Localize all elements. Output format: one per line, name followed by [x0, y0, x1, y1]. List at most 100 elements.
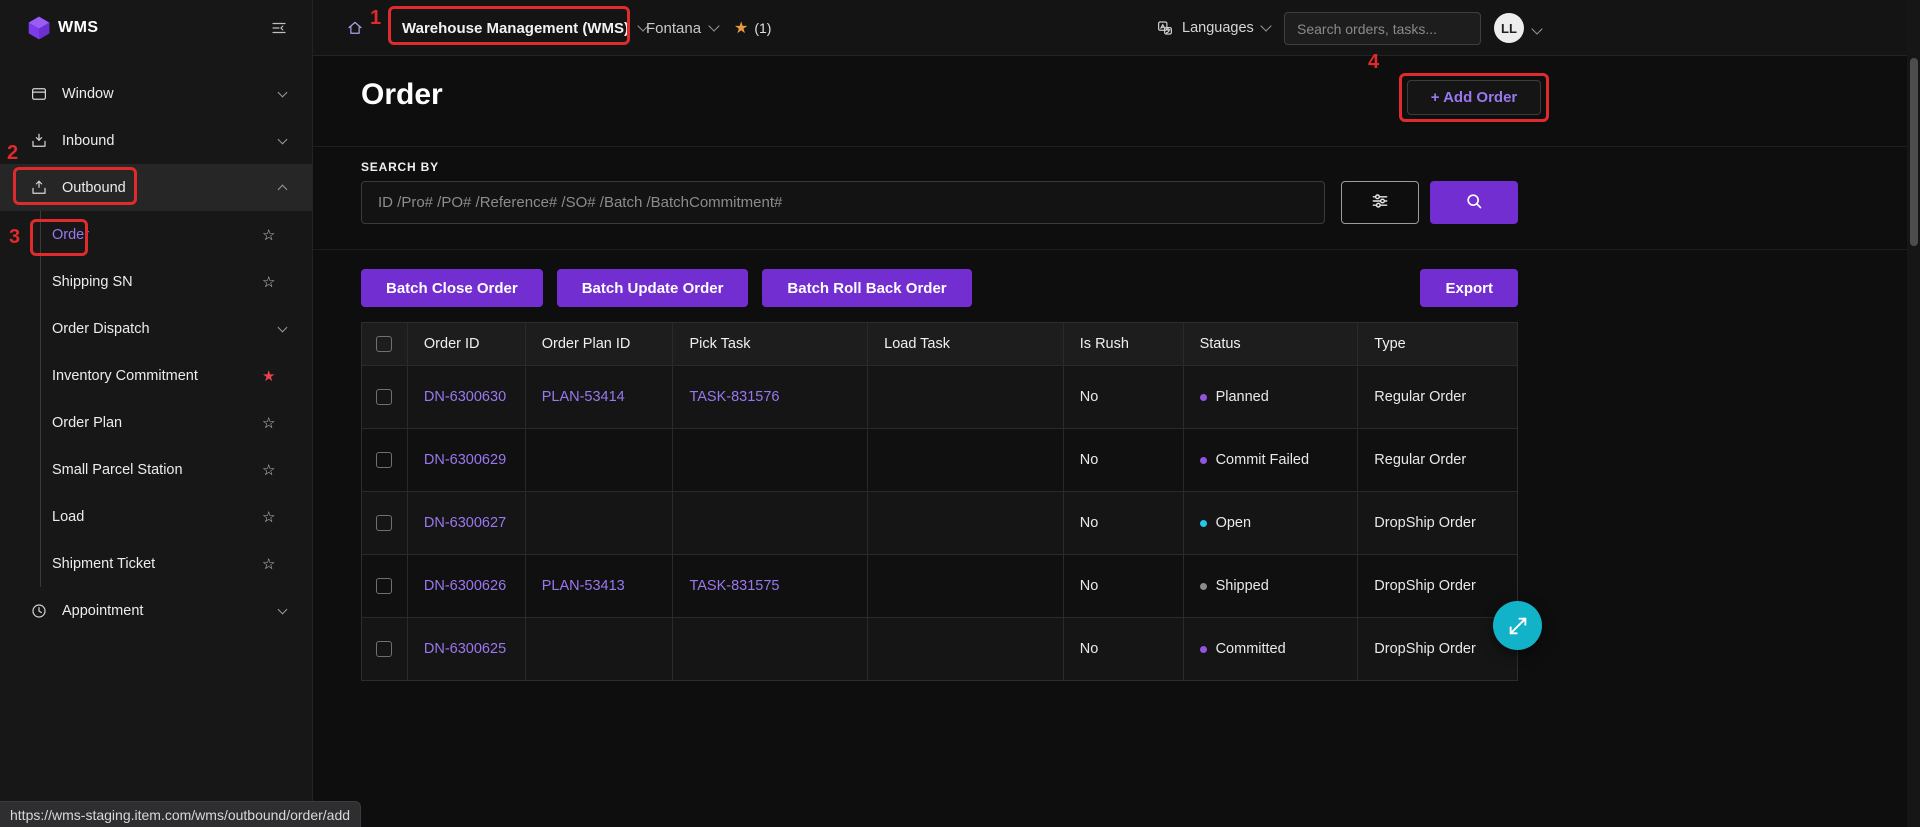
workspace-selector[interactable]: Warehouse Management (WMS)	[402, 0, 647, 56]
expand-fab-button[interactable]	[1493, 601, 1542, 650]
sidebar-item-order-plan[interactable]: Order Plan ☆	[0, 399, 312, 446]
order-id-link[interactable]: DN-6300627	[408, 492, 526, 554]
add-order-button[interactable]: + Add Order	[1407, 80, 1541, 115]
column-header-order-id: Order ID	[408, 323, 526, 365]
favorites-star-icon: ★	[734, 18, 748, 38]
table-row: DN-6300626PLAN-53413TASK-831575NoShipped…	[362, 554, 1517, 617]
facility-selector[interactable]: Fontana	[646, 0, 718, 56]
page-scrollbar[interactable]	[1907, 0, 1920, 827]
batch-update-order-button[interactable]: Batch Update Order	[557, 269, 749, 307]
favorite-star-icon[interactable]: ☆	[262, 226, 275, 244]
column-header-pick-task: Pick Task	[673, 323, 868, 365]
topbar: Warehouse Management (WMS) Fontana ★ (1)…	[313, 0, 1920, 56]
sidebar-item-small-parcel-station[interactable]: Small Parcel Station ☆	[0, 446, 312, 493]
sidebar-item-shipment-ticket[interactable]: Shipment Ticket☆	[0, 540, 312, 587]
workspace-selector-label: Warehouse Management (WMS)	[402, 20, 629, 37]
sidebar-header: WMS	[0, 0, 312, 56]
languages-selector[interactable]: Languages	[1156, 0, 1270, 56]
row-checkbox[interactable]	[376, 641, 392, 657]
batch-actions: Batch Close Order Batch Update Order Batch…	[361, 269, 1518, 307]
select-all-cell	[362, 323, 408, 365]
facility-selector-label: Fontana	[646, 20, 701, 37]
page-header: Order + Add Order	[313, 56, 1920, 147]
sidebar-item-label: Load	[52, 509, 84, 525]
load-task-cell	[868, 492, 1064, 554]
sidebar-item-load[interactable]: Load ☆	[0, 493, 312, 540]
sidebar-item-inbound[interactable]: Inbound	[0, 117, 312, 164]
chevron-down-icon[interactable]	[1531, 23, 1542, 34]
status-cell: Open	[1184, 492, 1359, 554]
status-cell: Commit Failed	[1184, 429, 1359, 491]
row-select-cell	[362, 555, 408, 617]
is-rush-cell: No	[1064, 429, 1184, 491]
favorite-star-icon[interactable]: ☆	[262, 273, 275, 291]
order-search-input[interactable]	[361, 181, 1325, 224]
order-plan-id-link[interactable]: PLAN-53413	[526, 555, 674, 617]
table-header-row: Order IDOrder Plan IDPick TaskLoad TaskI…	[362, 323, 1517, 365]
favorite-star-icon[interactable]: ☆	[262, 555, 275, 573]
favorite-star-icon[interactable]: ☆	[262, 461, 275, 479]
sidebar-item-label: Window	[62, 86, 114, 102]
load-task-cell	[868, 429, 1064, 491]
order-plan-id-link[interactable]: PLAN-53414	[526, 366, 674, 428]
sidebar-menu: WindowInboundOutboundOrder☆Shipping SN☆O…	[0, 70, 312, 634]
pick-task-link[interactable]: TASK-831576	[673, 366, 868, 428]
status-dot-icon	[1200, 646, 1207, 653]
order-id-link[interactable]: DN-6300625	[408, 618, 526, 680]
scrollbar-thumb[interactable]	[1910, 58, 1918, 246]
status-dot-icon	[1200, 583, 1207, 590]
sidebar-item-window[interactable]: Window	[0, 70, 312, 117]
row-checkbox[interactable]	[376, 515, 392, 531]
sidebar-item-shipping-sn[interactable]: Shipping SN☆	[0, 258, 312, 305]
order-plan-id-link	[526, 429, 674, 491]
sidebar-item-outbound[interactable]: Outbound	[0, 164, 312, 211]
table-row: DN-6300630PLAN-53414TASK-831576NoPlanned…	[362, 365, 1517, 428]
order-plan-id-link	[526, 618, 674, 680]
status-label: Committed	[1216, 641, 1286, 657]
column-header-load-task: Load Task	[868, 323, 1064, 365]
appointment-icon	[30, 602, 48, 620]
table-row: DN-6300627NoOpenDropShip Order	[362, 491, 1517, 554]
status-dot-icon	[1200, 394, 1207, 401]
is-rush-cell: No	[1064, 366, 1184, 428]
favorite-star-filled-icon[interactable]: ★	[262, 367, 275, 385]
chevron-up-icon	[278, 185, 288, 195]
order-id-link[interactable]: DN-6300630	[408, 366, 526, 428]
favorites-indicator[interactable]: ★ (1)	[734, 0, 771, 56]
status-label: Commit Failed	[1216, 452, 1309, 468]
menu-fold-icon[interactable]	[270, 19, 288, 37]
order-plan-id-link	[526, 492, 674, 554]
row-checkbox[interactable]	[376, 578, 392, 594]
export-button[interactable]: Export	[1420, 269, 1518, 307]
row-checkbox[interactable]	[376, 452, 392, 468]
chevron-down-icon	[708, 20, 719, 31]
sidebar-item-inventory-commitment[interactable]: Inventory Commitment★	[0, 352, 312, 399]
search-by-label: SEARCH BY	[361, 160, 439, 174]
user-avatar[interactable]: LL	[1494, 13, 1524, 43]
pick-task-link[interactable]: TASK-831575	[673, 555, 868, 617]
sidebar-item-appointment[interactable]: Appointment	[0, 587, 312, 634]
pick-task-link	[673, 492, 868, 554]
sidebar-item-label: Order Plan	[52, 415, 122, 431]
expand-icon	[1507, 615, 1529, 637]
order-id-link[interactable]: DN-6300629	[408, 429, 526, 491]
search-icon	[1464, 191, 1484, 214]
favorite-star-icon[interactable]: ☆	[262, 508, 275, 526]
row-checkbox[interactable]	[376, 389, 392, 405]
home-icon[interactable]	[346, 19, 364, 37]
sidebar-item-order[interactable]: Order☆	[0, 211, 312, 258]
pick-task-link	[673, 429, 868, 491]
sidebar-item-label: Small Parcel Station	[52, 462, 183, 478]
batch-close-order-button[interactable]: Batch Close Order	[361, 269, 543, 307]
filter-button[interactable]	[1341, 181, 1419, 224]
is-rush-cell: No	[1064, 492, 1184, 554]
search-button[interactable]	[1430, 181, 1518, 224]
global-search-input[interactable]	[1284, 12, 1481, 45]
link-preview-statusbar: https://wms-staging.item.com/wms/outboun…	[0, 801, 361, 827]
favorite-star-icon[interactable]: ☆	[262, 414, 275, 432]
select-all-checkbox[interactable]	[376, 336, 392, 352]
sidebar-item-order-dispatch[interactable]: Order Dispatch	[0, 305, 312, 352]
window-icon	[30, 85, 48, 103]
order-id-link[interactable]: DN-6300626	[408, 555, 526, 617]
batch-roll-back-order-button[interactable]: Batch Roll Back Order	[762, 269, 971, 307]
